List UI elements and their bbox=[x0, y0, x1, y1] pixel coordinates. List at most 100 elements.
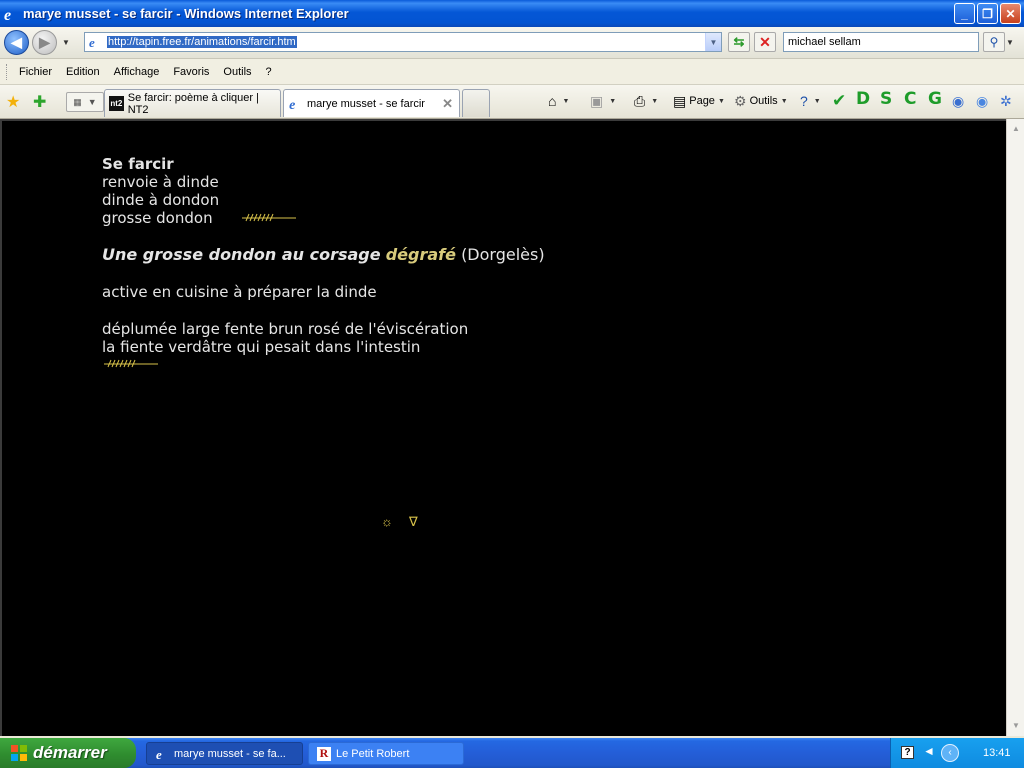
start-label: démarrer bbox=[33, 743, 107, 762]
back-button[interactable]: ◀ bbox=[4, 30, 29, 55]
menu-edition[interactable]: Edition bbox=[66, 66, 100, 78]
taskbar-item-label: marye musset - se fa... bbox=[174, 747, 286, 760]
svg-text:e: e bbox=[156, 747, 162, 761]
scroll-down-icon[interactable]: ▼ bbox=[1009, 718, 1023, 734]
address-url[interactable]: http://tapin.free.fr/animations/farcir.h… bbox=[107, 36, 297, 48]
sun-symbol-icon[interactable]: ☼ bbox=[381, 514, 393, 529]
print-button[interactable]: ⎙ ▼ bbox=[634, 92, 658, 110]
extension-tools-button[interactable]: ✲ bbox=[1000, 92, 1015, 110]
quote-author: (Dorgelès) bbox=[461, 245, 545, 264]
poem-line[interactable]: déplumée large fente brun rosé de l'évis… bbox=[102, 320, 468, 338]
speaker-icon[interactable]: ◄ bbox=[923, 744, 935, 758]
start-button[interactable]: démarrer bbox=[0, 738, 136, 768]
extension-c-button[interactable]: C bbox=[904, 89, 916, 109]
forward-button[interactable]: ▶ bbox=[32, 30, 57, 55]
refresh-button[interactable]: ⇆ bbox=[728, 32, 750, 52]
home-button[interactable]: ⌂ ▼ bbox=[548, 92, 569, 110]
tools-menu-label: Outils bbox=[749, 95, 778, 107]
tab-list-dropdown-icon: ▼ bbox=[87, 97, 97, 107]
ie-icon: e bbox=[4, 7, 11, 22]
taskbar-item-petit-robert[interactable]: R Le Petit Robert bbox=[308, 742, 464, 765]
system-tray: ? ◄ ‹ 13:41 bbox=[890, 738, 1024, 768]
tab-label: marye musset - se farcir bbox=[307, 97, 425, 110]
hatched-line-link[interactable] bbox=[102, 358, 160, 368]
search-button[interactable]: ⚲ bbox=[983, 32, 1005, 52]
menu-help[interactable]: ? bbox=[266, 66, 272, 78]
triangle-symbol-icon[interactable]: ∇ bbox=[409, 514, 418, 530]
taskbar-item-ie[interactable]: e marye musset - se fa... bbox=[146, 742, 303, 765]
menu-fichier[interactable]: Fichier bbox=[19, 66, 52, 78]
extension-globe2-button[interactable]: ◉ bbox=[976, 92, 991, 110]
help-button[interactable]: ? ▼ bbox=[800, 92, 821, 110]
search-input[interactable]: michael sellam bbox=[783, 32, 979, 52]
tab-marye-musset[interactable]: e marye musset - se farcir ✕ bbox=[283, 89, 460, 117]
window-title: marye musset - se farcir - Windows Inter… bbox=[23, 6, 349, 21]
rss-icon: ▣ bbox=[590, 92, 604, 109]
toolbar-grip bbox=[6, 64, 9, 80]
search-value[interactable]: michael sellam bbox=[788, 36, 861, 48]
tools-menu-button[interactable]: ⚙ Outils ▼ bbox=[734, 92, 788, 110]
ie-favicon: e bbox=[289, 98, 295, 111]
search-options-dropdown-icon[interactable]: ▼ bbox=[1006, 38, 1014, 47]
svg-text:e: e bbox=[4, 7, 11, 22]
close-window-button[interactable]: ✕ bbox=[1000, 3, 1021, 24]
quick-tabs-icon: ▦ bbox=[73, 96, 82, 107]
gear-icon: ⚙ bbox=[734, 92, 747, 109]
svg-text:e: e bbox=[89, 35, 95, 49]
tab-nt2[interactable]: nt2 Se farcir: poème à cliquer | NT2 bbox=[104, 89, 281, 117]
nt2-favicon: nt2 bbox=[109, 96, 124, 111]
extension-globe-button[interactable]: ◉ bbox=[952, 92, 967, 110]
check-extension-button[interactable]: ✔ bbox=[832, 91, 849, 110]
poem-line[interactable]: grosse dondon bbox=[102, 209, 213, 227]
menu-outils[interactable]: Outils bbox=[223, 66, 251, 78]
taskbar-item-label: Le Petit Robert bbox=[336, 747, 410, 760]
title-bar: e marye musset - se farcir - Windows Int… bbox=[0, 0, 1024, 27]
address-field[interactable]: e http://tapin.free.fr/animations/farcir… bbox=[84, 32, 722, 52]
scroll-up-icon[interactable]: ▲ bbox=[1009, 121, 1023, 137]
history-dropdown-icon[interactable]: ▼ bbox=[62, 38, 70, 47]
close-tab-icon[interactable]: ✕ bbox=[442, 96, 453, 112]
windows-flag-icon bbox=[11, 745, 27, 761]
quote-highlight[interactable]: dégrafé bbox=[386, 245, 456, 264]
hatched-line-link[interactable] bbox=[240, 212, 298, 222]
globe-icon: ◉ bbox=[952, 92, 965, 109]
feeds-button[interactable]: ▣ ▼ bbox=[590, 92, 616, 110]
address-dropdown-icon[interactable]: ▼ bbox=[705, 33, 721, 51]
stop-button[interactable]: ✕ bbox=[754, 32, 776, 52]
printer-icon: ⎙ bbox=[634, 92, 646, 109]
page-menu-button[interactable]: ▤ Page ▼ bbox=[673, 92, 725, 110]
globe-icon: ◉ bbox=[976, 92, 989, 109]
poem-title: Se farcir bbox=[102, 155, 174, 173]
home-icon: ⌂ bbox=[548, 93, 557, 109]
clock[interactable]: 13:41 bbox=[983, 747, 1011, 759]
extension-d-button[interactable]: D bbox=[856, 89, 870, 109]
poem-line[interactable]: active en cuisine à préparer la dinde bbox=[102, 283, 377, 301]
help-icon: ? bbox=[800, 93, 808, 109]
menu-affichage[interactable]: Affichage bbox=[114, 66, 160, 78]
ie-icon: e bbox=[156, 747, 162, 761]
restore-button[interactable]: ❐ bbox=[977, 3, 998, 24]
quote-text: Une grosse dondon au corsage bbox=[102, 245, 381, 264]
quick-tabs-button[interactable]: ▦ ▼ bbox=[66, 92, 104, 112]
petit-robert-icon: R bbox=[317, 746, 331, 761]
add-favorite-icon[interactable]: ✚ bbox=[33, 92, 46, 112]
minimize-button[interactable]: _ bbox=[954, 3, 975, 24]
poem-line[interactable]: la fiente verdâtre qui pesait dans l'int… bbox=[102, 338, 420, 356]
favorites-star-icon[interactable]: ★ bbox=[6, 92, 20, 112]
page-icon: ▤ bbox=[673, 92, 687, 109]
tools-icon: ✲ bbox=[1000, 92, 1012, 109]
poem-line[interactable]: dinde à dondon bbox=[102, 191, 219, 209]
extension-s-button[interactable]: S bbox=[880, 89, 892, 109]
menu-favoris[interactable]: Favoris bbox=[173, 66, 209, 78]
new-tab-button[interactable] bbox=[462, 89, 490, 117]
quote-line[interactable]: Une grosse dondon au corsage dégrafé (Do… bbox=[102, 246, 545, 264]
extension-g-button[interactable]: G bbox=[928, 89, 942, 109]
page-menu-label: Page bbox=[689, 95, 715, 107]
expand-tray-icon[interactable]: ‹ bbox=[941, 744, 959, 762]
page-ie-icon: e bbox=[89, 35, 95, 49]
checkmark-icon: ✔ bbox=[832, 91, 847, 110]
tray-help-icon[interactable]: ? bbox=[901, 746, 914, 759]
poem-line[interactable]: renvoie à dinde bbox=[102, 173, 219, 191]
vertical-scrollbar[interactable]: ▲ ▼ bbox=[1006, 119, 1024, 736]
forward-arrow-icon: ▶ bbox=[39, 34, 50, 50]
